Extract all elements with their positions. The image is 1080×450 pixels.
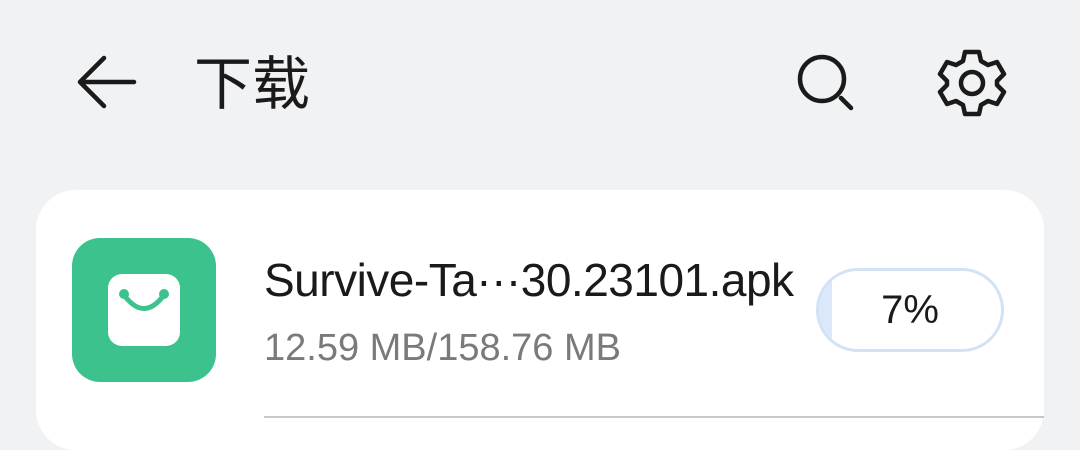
progress-percent: 7%	[881, 288, 939, 332]
bag-body	[108, 274, 180, 346]
divider	[264, 416, 1044, 418]
search-button[interactable]	[792, 50, 860, 114]
file-name: Survive-Ta···30.23101.apk	[264, 254, 794, 306]
back-button[interactable]	[70, 50, 142, 114]
download-size: 12.59 MB/158.76 MB	[264, 327, 621, 369]
search-icon	[797, 54, 854, 111]
shopping-bag-icon	[72, 238, 216, 382]
page-title: 下载	[194, 50, 311, 118]
settings-button[interactable]	[934, 46, 1010, 120]
download-card[interactable]: Survive-Ta···30.23101.apk 12.59 MB/158.7…	[36, 190, 1044, 450]
back-arrow-icon	[77, 55, 137, 109]
gear-icon	[937, 49, 1007, 117]
bag-handle-icon	[119, 289, 169, 311]
app-header: 下载	[0, 0, 1080, 170]
download-progress-button[interactable]: 7%	[816, 268, 1004, 352]
